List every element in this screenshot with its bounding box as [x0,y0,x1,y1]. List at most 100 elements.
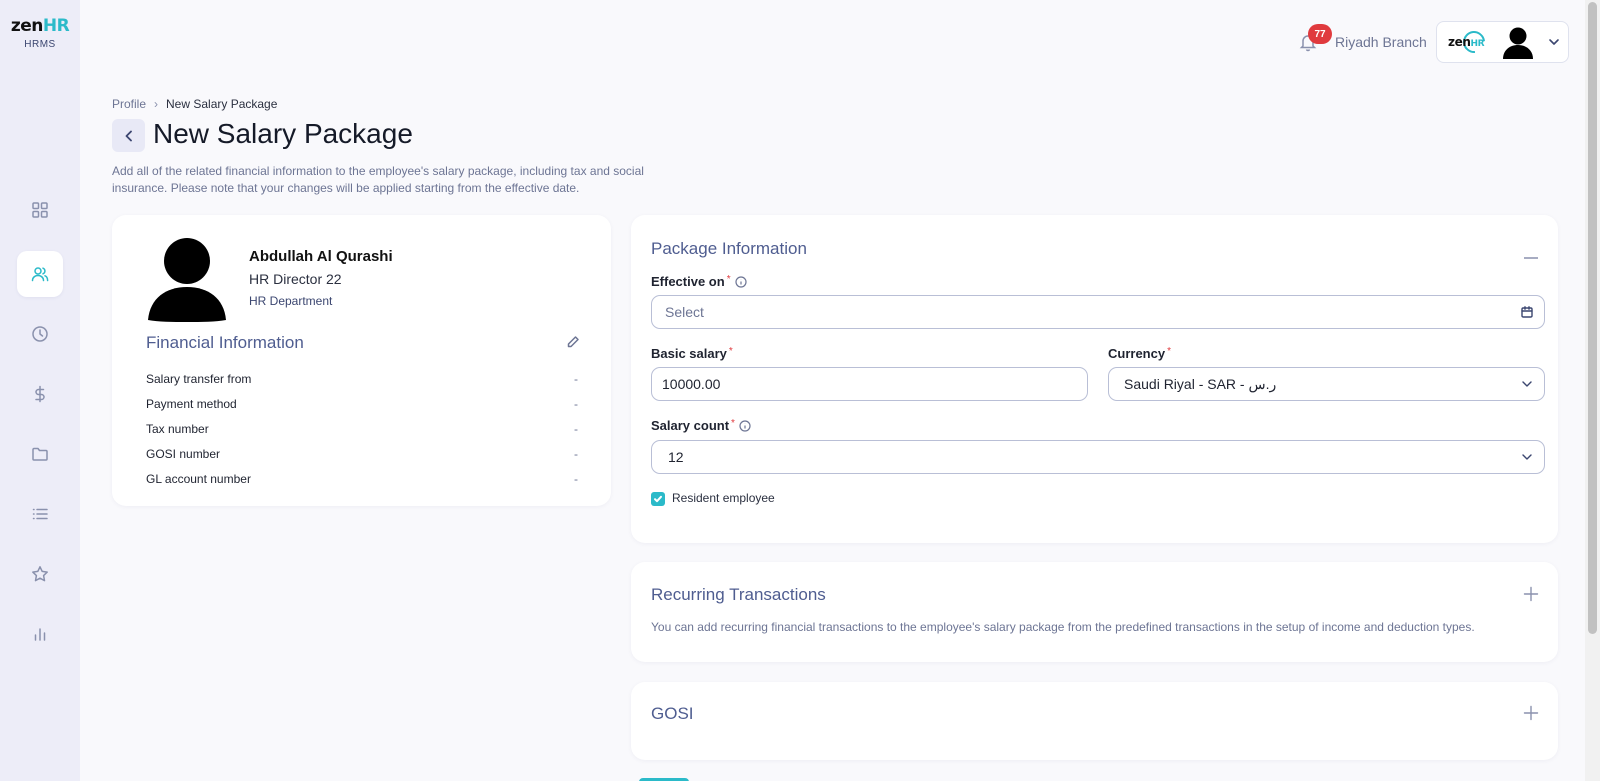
effective-on-label-text: Effective on [651,274,725,289]
currency-label-text: Currency [1108,346,1166,361]
info-icon[interactable] [739,419,751,432]
financial-row-label: Tax number [146,422,209,436]
info-icon[interactable] [734,275,747,288]
financial-row-label: GOSI number [146,447,221,461]
effective-on-date-input[interactable]: Select [651,295,1545,329]
add-recurring-transaction-button[interactable] [1523,586,1539,602]
calendar-icon [1520,305,1534,319]
folder-icon [32,447,48,461]
required-mark: * [1167,345,1171,357]
checkmark-icon [654,495,662,503]
basic-salary-input[interactable]: 10000.00 [651,367,1088,401]
sidebar-item-documents[interactable] [17,431,63,477]
bar-chart-icon [34,628,46,641]
salary-count-label-text: Salary count [651,418,730,433]
financial-row: GL account number - [146,472,578,486]
branch-selector[interactable]: Riyadh Branch [1335,34,1427,50]
recurring-transactions-title: Recurring Transactions [651,585,826,604]
employee-avatar [148,238,226,322]
sidebar-item-requests[interactable] [17,491,63,537]
salary-count-value: 12 [668,449,684,465]
gosi-card: GOSI [631,682,1558,760]
recurring-transactions-card: Recurring Transactions You can add recur… [631,562,1558,662]
employee-role: HR Director 22 [249,271,342,287]
chevron-down-icon [1520,450,1534,464]
breadcrumb-current: New Salary Package [166,97,278,111]
financial-row-label: Salary transfer from [146,372,252,386]
recurring-transactions-description: You can add recurring financial transact… [651,620,1475,634]
dollar-icon [35,385,45,403]
chevron-down-icon [1547,35,1561,49]
basic-salary-label-text: Basic salary [651,346,727,361]
currency-label: Currency * [1108,345,1171,362]
financial-row: Salary transfer from - [146,372,578,386]
company-logo-main: zen [1448,35,1471,49]
company-logo-accent: HR [1470,39,1485,49]
required-mark: * [728,345,733,357]
sidebar-item-dashboard[interactable] [17,187,63,233]
list-icon [32,508,48,520]
resident-employee-label[interactable]: Resident employee [672,491,775,505]
sidebar-item-performance[interactable] [17,551,63,597]
company-logo: zenHR [1448,26,1490,58]
dashboard-icon [32,202,48,218]
chevron-left-icon [125,130,132,141]
clock-icon [32,326,48,342]
financial-row: GOSI number - [146,447,578,461]
page-description: Add all of the related financial informa… [112,164,644,195]
financial-info-title: Financial Information [146,333,304,352]
financial-row-value: - [574,472,578,486]
employee-card: Abdullah Al Qurashi HR Director 22 HR De… [112,215,611,506]
package-info-card: Package Information Effective on * Select… [631,215,1558,543]
chevron-right-icon: › [154,97,159,111]
sidebar-item-payroll[interactable] [17,371,63,417]
logo-accent-text: HR [42,16,70,36]
employee-department: HR Department [249,294,333,308]
basic-salary-label: Basic salary * [651,345,733,362]
package-info-title: Package Information [651,239,807,258]
users-icon [31,267,49,282]
add-gosi-button[interactable] [1523,705,1539,721]
financial-row-value: - [574,372,578,386]
logo-subtitle: HRMS [24,39,56,50]
employee-name: Abdullah Al Qurashi [249,248,393,265]
back-button[interactable] [112,119,145,152]
breadcrumb: Profile › New Salary Package [112,97,277,111]
pencil-icon [567,336,579,348]
breadcrumb-profile-link[interactable]: Profile [112,97,146,111]
notification-count-badge: 77 [1308,24,1332,44]
plus-icon [1523,586,1539,602]
financial-row-label: GL account number [146,472,251,486]
basic-salary-value: 10000.00 [662,376,721,392]
scrollbar-thumb[interactable] [1588,2,1597,634]
required-mark: * [731,417,735,429]
sidebar-item-reports[interactable] [17,611,63,657]
effective-on-placeholder: Select [665,304,704,320]
app-logo[interactable]: zenHR HRMS [0,16,80,50]
user-menu-button[interactable]: zenHR [1436,21,1569,63]
financial-row-value: - [574,447,578,461]
currency-select[interactable]: Saudi Riyal - SAR - ر.س [1108,367,1545,401]
salary-count-select[interactable]: 12 [651,440,1545,474]
financial-row: Payment method - [146,397,578,411]
logo-main-text: zen [10,16,44,36]
effective-on-label: Effective on * [651,274,747,289]
user-avatar [1503,27,1533,59]
page-title: New Salary Package [153,118,413,149]
sidebar-item-employees[interactable] [17,251,63,297]
financial-row: Tax number - [146,422,578,436]
star-icon [32,566,48,582]
collapse-icon[interactable] [1523,246,1539,259]
resident-employee-checkbox[interactable] [651,492,665,506]
required-mark: * [726,273,731,285]
currency-value: Saudi Riyal - SAR - ر.س [1124,375,1277,392]
scrollbar[interactable] [1585,0,1600,781]
edit-financial-button[interactable] [566,335,580,349]
financial-row-label: Payment method [146,397,237,411]
salary-count-label: Salary count * [651,418,751,433]
plus-icon [1523,705,1539,721]
sidebar: zenHR HRMS [0,0,80,781]
sidebar-item-attendance[interactable] [17,311,63,357]
financial-row-value: - [574,422,578,436]
financial-row-value: - [574,397,578,411]
